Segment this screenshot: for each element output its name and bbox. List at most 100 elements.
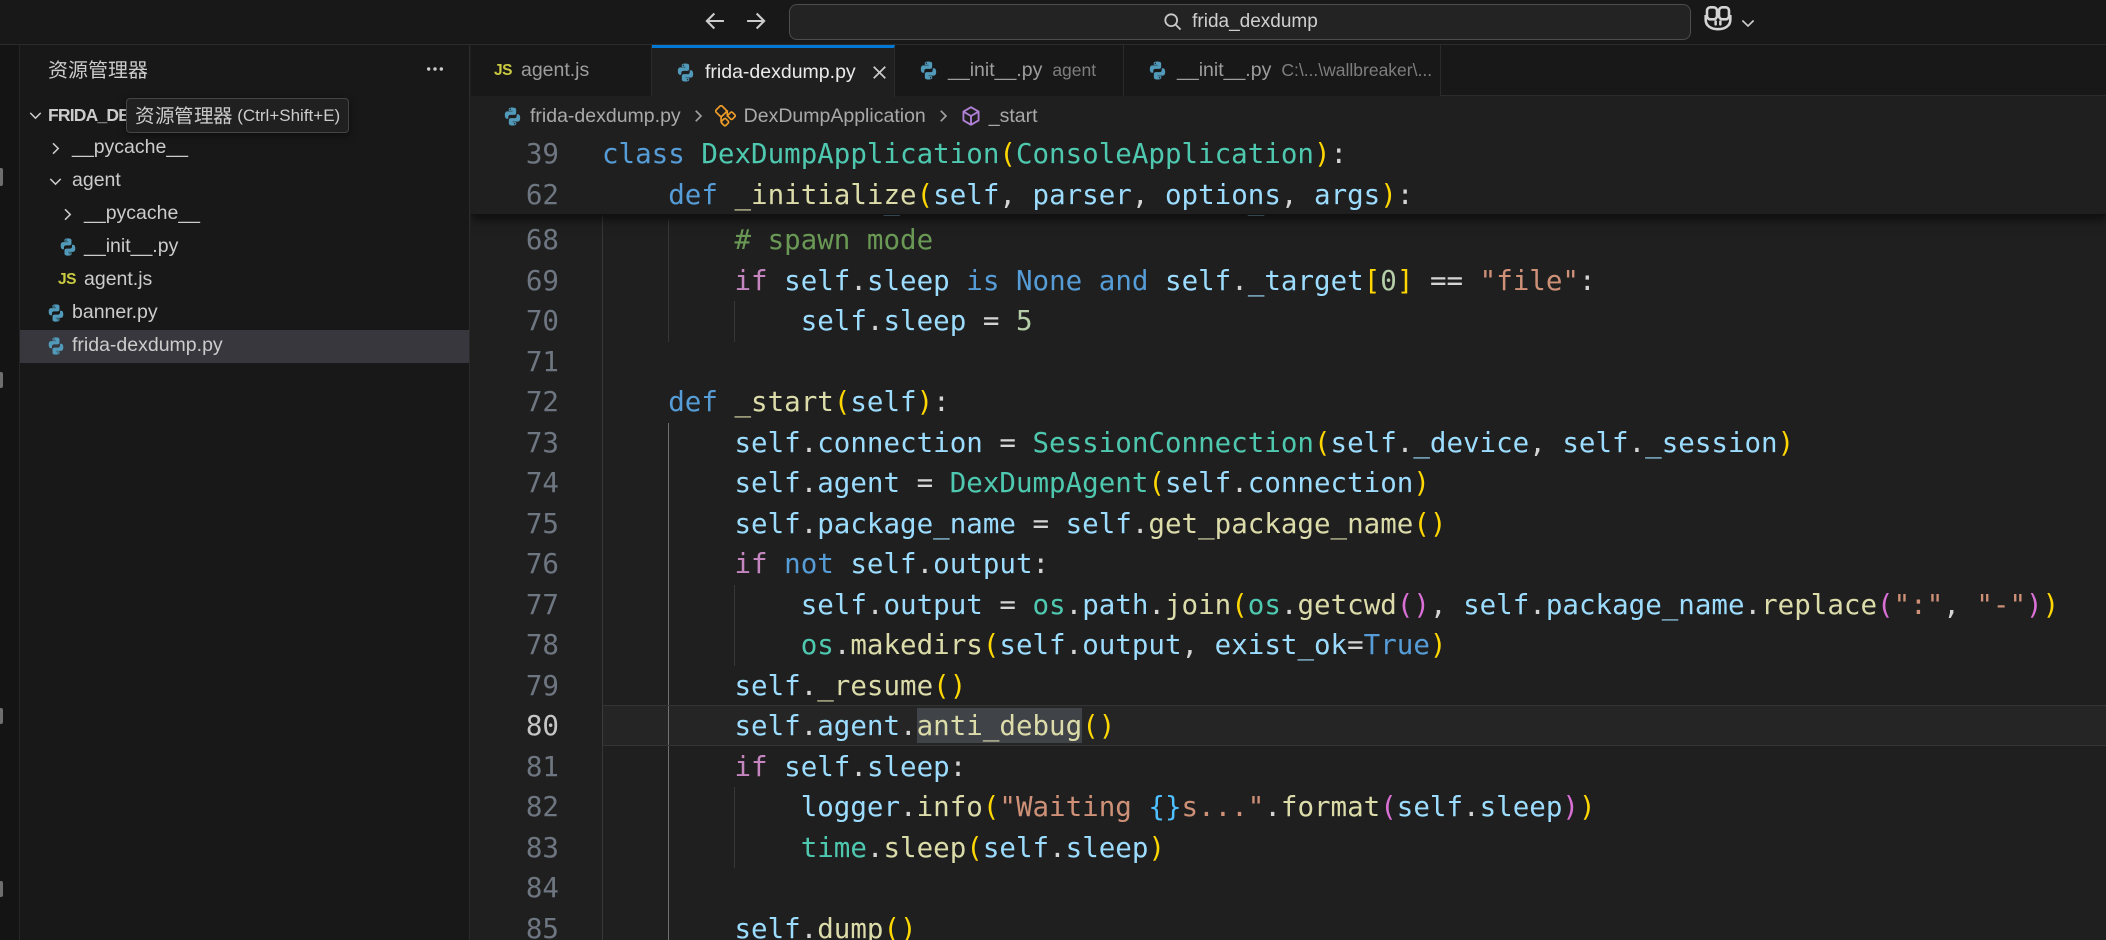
tab--init-py-agent[interactable]: __init__.pyagent [895, 45, 1124, 96]
breadcrumb-label: DexDumpApplication [744, 105, 926, 128]
code-token: . [801, 670, 818, 702]
code-token: ( [1380, 791, 1397, 823]
code-token: anti_debug [917, 710, 1083, 742]
code-token: , [1529, 427, 1562, 459]
tree-item-label: agent [72, 169, 121, 192]
code-token: ) [1148, 832, 1165, 864]
chevron-down-icon[interactable] [1738, 13, 1758, 38]
code-text: self.agent = DexDumpAgent(self.connectio… [602, 463, 1430, 504]
code-line-79: 79 self._resume() [471, 666, 2106, 707]
chevron-right-icon [46, 139, 65, 164]
code-token [602, 467, 734, 499]
python-file-icon [918, 60, 939, 81]
code-token [602, 508, 734, 540]
code-token: ( [1314, 427, 1331, 459]
code-token: () [1413, 508, 1446, 540]
code-token [602, 427, 734, 459]
code-token: : [1579, 265, 1596, 297]
code-token: _target [1248, 265, 1364, 297]
activity-bar-sliver [0, 45, 20, 940]
tree-item-agent[interactable]: agent [20, 165, 469, 198]
copilot-icon[interactable] [1704, 6, 1732, 37]
code-token: class [602, 138, 685, 170]
command-center-search[interactable]: frida_dexdump [789, 4, 1691, 40]
symbol-class-icon [715, 105, 737, 127]
breadcrumb-item[interactable]: _start [960, 105, 1038, 128]
code-token: : [1033, 548, 1050, 580]
tab--init-py-c-wallbreaker-[interactable]: __init__.pyC:\...\wallbreaker\... [1124, 45, 1441, 96]
code-token: info [917, 791, 983, 823]
tree-item--init-py[interactable]: __init__.py [20, 231, 469, 264]
code-editor[interactable]: self.deep_search = options.deep_search68… [471, 134, 2106, 940]
tree-item-banner-py[interactable]: banner.py [20, 297, 469, 330]
tree-item--pycache-[interactable]: __pycache__ [20, 198, 469, 231]
tree-item-agent-js[interactable]: JSagent.js [20, 264, 469, 297]
nav-back-button[interactable] [702, 8, 730, 36]
code-token: . [801, 913, 818, 940]
code-token: self [801, 305, 867, 337]
more-actions-icon[interactable] [424, 58, 446, 85]
code-token [602, 224, 734, 256]
tree-item--pycache-[interactable]: __pycache__ [20, 132, 469, 165]
line-number: 74 [471, 463, 559, 504]
code-token: . [1231, 467, 1248, 499]
nav-forward-button[interactable] [743, 8, 771, 36]
code-token: ( [1148, 467, 1165, 499]
python-file-icon [58, 237, 78, 263]
code-token: self [983, 832, 1049, 864]
chevron-right-icon [58, 205, 77, 230]
close-icon[interactable] [869, 62, 890, 83]
code-text: time.sleep(self.sleep) [602, 828, 1165, 869]
code-token: self [734, 710, 800, 742]
tree-item-label: __pycache__ [72, 136, 188, 159]
code-token: = [900, 467, 950, 499]
breadcrumb-item[interactable]: DexDumpApplication [715, 105, 926, 128]
code-token: self [734, 508, 800, 540]
code-token: . [1066, 629, 1083, 661]
code-token: "-" [1976, 589, 2026, 621]
code-token: . [917, 548, 934, 580]
code-token: package_name [1546, 589, 1745, 621]
code-line-70: 70 self.sleep = 5 [471, 301, 2106, 342]
line-number: 39 [471, 134, 559, 175]
code-token [768, 751, 785, 783]
python-icon [502, 106, 523, 127]
line-number: 84 [471, 868, 559, 909]
tab-frida-dexdump-py[interactable]: frida-dexdump.py [652, 45, 895, 97]
code-token: ) [917, 386, 934, 418]
code-text: if self.sleep: [602, 747, 966, 788]
code-token: , [999, 179, 1032, 211]
tree-item-frida-dexdump-py[interactable]: frida-dexdump.py [20, 330, 469, 363]
code-token: = [983, 427, 1033, 459]
code-token: sleep [1066, 832, 1149, 864]
code-token: self [933, 179, 999, 211]
js-file-icon: JS [58, 271, 76, 289]
code-token: . [1463, 791, 1480, 823]
code-token [602, 179, 668, 211]
code-token: is [966, 265, 999, 297]
code-token: . [801, 427, 818, 459]
code-token [602, 548, 734, 580]
code-token: [ [1364, 265, 1381, 297]
tab-description: agent [1052, 60, 1096, 81]
code-token: replace [1761, 589, 1877, 621]
code-line-73: 73 self.connection = SessionConnection(s… [471, 423, 2106, 464]
line-number: 68 [471, 220, 559, 261]
explorer-tooltip: (Ctrl+Shift+E) [126, 98, 349, 133]
code-token: . [1132, 508, 1149, 540]
breadcrumb-item[interactable]: frida-dexdump.py [502, 105, 681, 128]
code-line-71: 71 [471, 342, 2106, 383]
code-line-62: 62 def _initialize(self, parser, options… [471, 175, 2106, 216]
code-token [602, 589, 801, 621]
code-token [950, 265, 967, 297]
code-token: args [1314, 179, 1380, 211]
tab-agent-js[interactable]: JSagent.js [471, 45, 652, 96]
code-token: sleep [867, 265, 950, 297]
code-token: _resume [817, 670, 933, 702]
code-token: _start [734, 386, 833, 418]
code-token: join [1165, 589, 1231, 621]
code-text: def _initialize(self, parser, options, a… [602, 175, 1413, 216]
code-token: self [784, 265, 850, 297]
code-token: : [950, 751, 967, 783]
tree-item-label: banner.py [72, 301, 158, 324]
